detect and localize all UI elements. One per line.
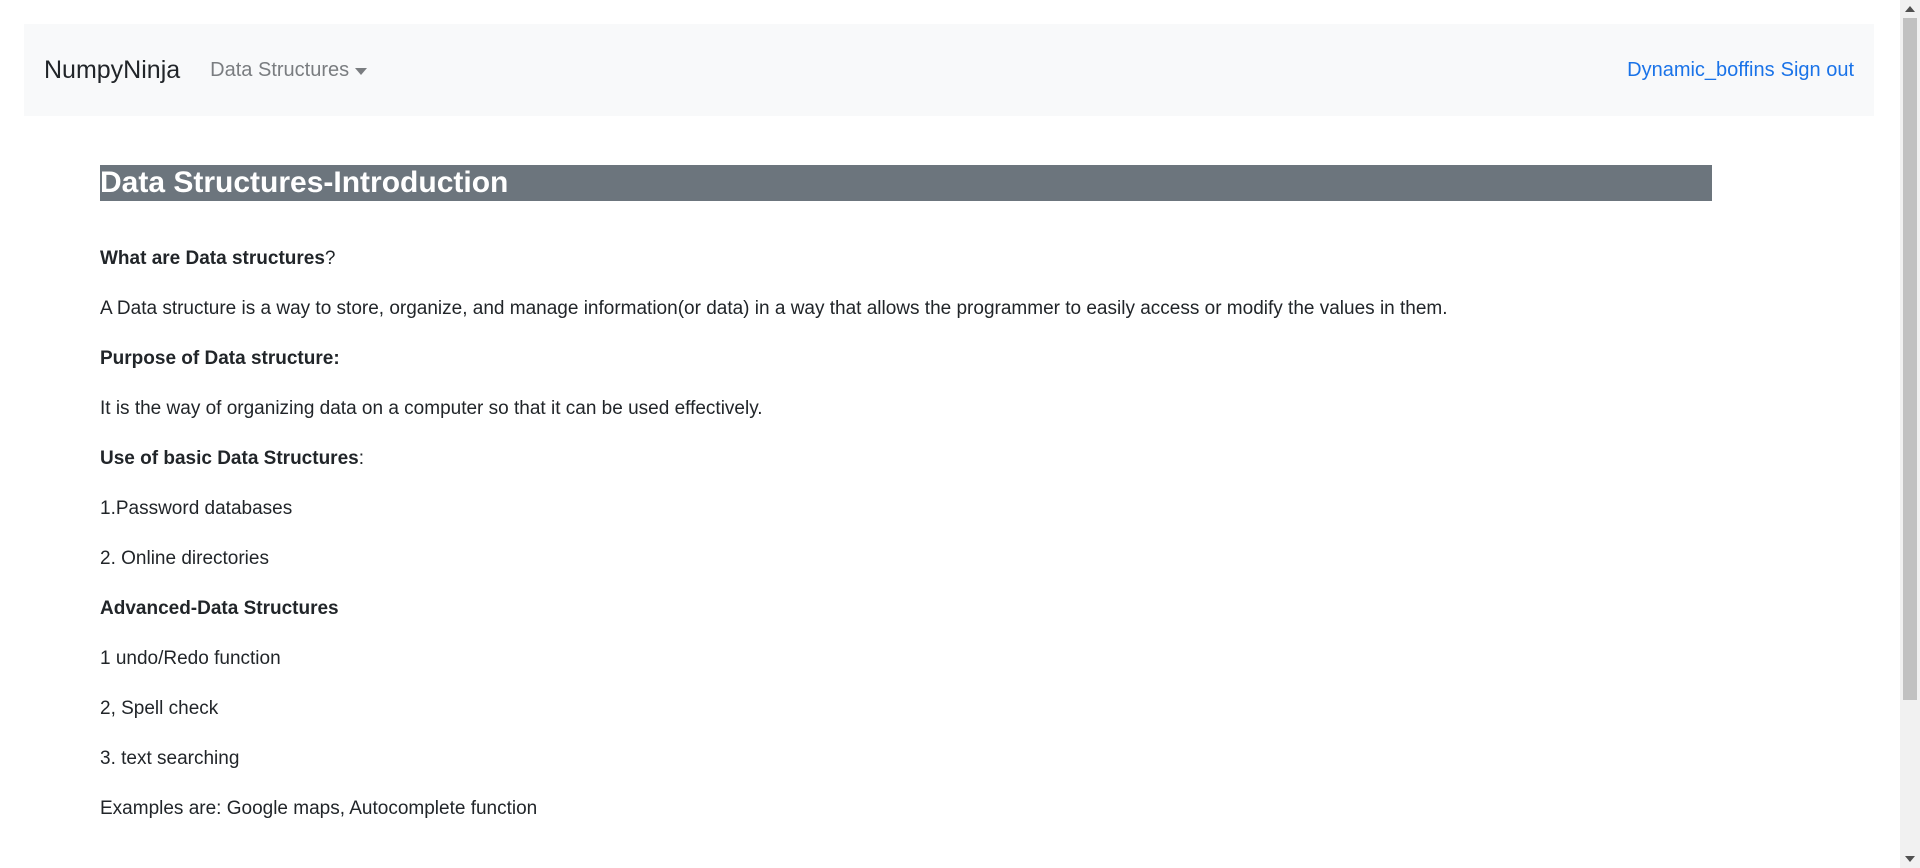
scroll-up-arrow-icon[interactable] xyxy=(1905,6,1915,12)
data-structures-dropdown[interactable]: Data Structures xyxy=(210,58,368,82)
question-mark: ? xyxy=(324,248,336,269)
basic-uses-colon: : xyxy=(358,448,364,469)
list-item: 1.Password databases xyxy=(100,498,293,519)
page-viewport: NumpyNinja Data Structures Dynamic_boffi… xyxy=(0,0,1900,868)
main-content: Data Structures-Introduction What are Da… xyxy=(100,165,1712,847)
page-title: Data Structures-Introduction xyxy=(100,166,509,199)
list-item: 1 undo/Redo function xyxy=(100,648,281,669)
list-item: 3. text searching xyxy=(100,748,240,769)
list-item: 2. Online directories xyxy=(100,548,269,569)
dropdown-label: Data Structures xyxy=(210,58,350,81)
signout-link[interactable]: Sign out xyxy=(1781,59,1854,82)
scroll-thumb[interactable] xyxy=(1903,18,1917,700)
top-navbar: NumpyNinja Data Structures Dynamic_boffi… xyxy=(24,24,1874,116)
list-item: 2, Spell check xyxy=(100,698,219,719)
basic-uses-heading: Use of basic Data Structures: xyxy=(100,447,1712,471)
user-nav: Dynamic_boffins Sign out xyxy=(1627,59,1854,82)
username-link[interactable]: Dynamic_boffins xyxy=(1627,59,1774,82)
scroll-down-arrow-icon[interactable] xyxy=(1905,856,1915,862)
vertical-scrollbar[interactable] xyxy=(1900,0,1920,868)
definition-text: A Data structure is a way to store, orga… xyxy=(100,298,1448,319)
advanced-heading: Advanced-Data Structures xyxy=(100,597,1712,621)
question-heading: What are Data structures? xyxy=(100,247,1712,271)
purpose-text: It is the way of organizing data on a co… xyxy=(100,398,763,419)
basic-uses-bold: Use of basic Data Structures xyxy=(100,448,359,469)
purpose-bold: Purpose of Data structure: xyxy=(100,348,340,369)
advanced-bold: Advanced-Data Structures xyxy=(100,598,339,619)
purpose-heading: Purpose of Data structure: xyxy=(100,347,1712,371)
page-title-bar: Data Structures-Introduction xyxy=(100,165,1712,201)
question-bold: What are Data structures xyxy=(100,248,325,269)
brand-link[interactable]: NumpyNinja xyxy=(44,56,180,85)
caret-down-icon xyxy=(355,67,368,75)
examples-text: Examples are: Google maps, Autocomplete … xyxy=(100,798,538,819)
